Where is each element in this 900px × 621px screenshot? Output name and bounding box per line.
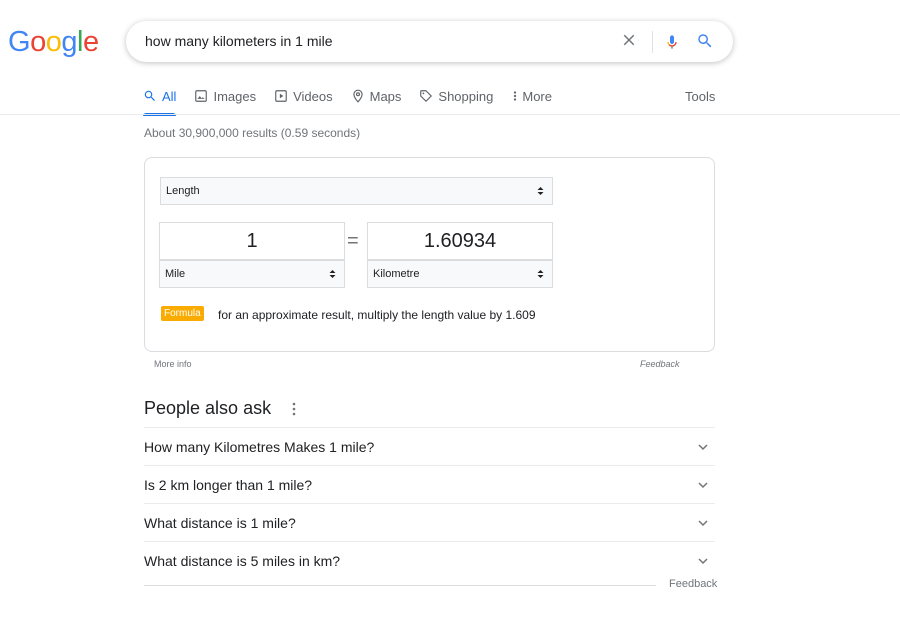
paa-question-text: Is 2 km longer than 1 mile? [144, 477, 313, 493]
people-also-ask-title: People also ask [144, 398, 272, 418]
chevron-down-icon [698, 482, 708, 489]
chevron-down-icon [698, 558, 708, 565]
formula-badge: Formula [161, 306, 204, 321]
map-pin-icon [352, 89, 363, 103]
paa-question-text: How many Kilometres Makes 1 mile? [144, 439, 375, 455]
unit-type-value: Length [166, 185, 200, 197]
tab-all[interactable]: All [143, 87, 177, 116]
formula-text: for an approximate result, multiply the … [218, 308, 536, 322]
tab-label: Maps [369, 88, 402, 104]
search-tabs: All Images Videos Maps Shopping More [143, 87, 570, 116]
to-unit-select[interactable]: Kilometre [367, 260, 553, 288]
people-also-ask-list: How many Kilometres Makes 1 mile? Is 2 k… [144, 427, 715, 579]
logo-letter: o [30, 26, 46, 58]
from-unit-select[interactable]: Mile [159, 260, 345, 288]
tab-label: All [162, 88, 177, 104]
tab-images[interactable]: Images [194, 87, 256, 105]
to-unit-value: Kilometre [373, 268, 420, 280]
paa-question[interactable]: Is 2 km longer than 1 mile? [144, 465, 715, 503]
play-icon [275, 90, 287, 102]
paa-question[interactable]: What distance is 1 mile? [144, 503, 715, 541]
logo-letter: e [82, 26, 99, 58]
logo-letter: o [45, 26, 62, 58]
tab-label: More [522, 88, 552, 104]
microphone-icon[interactable] [664, 31, 680, 53]
search-input[interactable]: how many kilometers in 1 mile [145, 33, 333, 49]
paa-question-text: What distance is 5 miles in km? [144, 553, 341, 569]
more-vert-icon [514, 91, 517, 101]
clear-icon[interactable] [620, 31, 638, 49]
search-icon [144, 90, 155, 101]
more-info-link[interactable]: More info [154, 359, 192, 369]
more-vert-icon[interactable] [290, 400, 298, 418]
paa-divider [144, 585, 656, 586]
select-arrows-icon [537, 270, 544, 278]
tab-label: Videos [293, 88, 333, 104]
paa-question[interactable]: What distance is 5 miles in km? [144, 541, 715, 579]
logo-letter: G [8, 26, 31, 58]
search-box[interactable]: how many kilometers in 1 mile [126, 21, 733, 62]
to-value-input[interactable]: 1.60934 [367, 222, 553, 260]
tag-icon [420, 90, 433, 102]
tab-more[interactable]: More [511, 87, 552, 105]
select-arrows-icon [329, 270, 336, 278]
unit-type-select[interactable]: Length [160, 177, 553, 205]
from-value-input[interactable]: 1 [159, 222, 345, 260]
paa-feedback-link[interactable]: Feedback [669, 578, 717, 590]
select-arrows-icon [537, 187, 544, 195]
chevron-down-icon [698, 520, 708, 527]
result-stats: About 30,900,000 results (0.59 seconds) [144, 126, 361, 140]
tab-maps[interactable]: Maps [351, 87, 402, 105]
tab-label: Shopping [438, 88, 494, 104]
equals-sign: = [347, 230, 359, 252]
search-icon[interactable] [696, 32, 714, 50]
google-logo[interactable]: Google [8, 26, 99, 59]
search-divider [652, 31, 653, 53]
tab-label: Images [213, 88, 257, 104]
image-icon [195, 90, 208, 102]
paa-question[interactable]: How many Kilometres Makes 1 mile? [144, 427, 715, 465]
tab-videos[interactable]: Videos [274, 87, 333, 105]
converter-feedback-link[interactable]: Feedback [640, 359, 680, 369]
tab-shopping[interactable]: Shopping [419, 87, 493, 105]
logo-letter: g [61, 26, 77, 58]
chevron-down-icon [698, 444, 708, 451]
from-unit-value: Mile [165, 268, 186, 280]
tools-button[interactable]: Tools [685, 87, 715, 105]
header-divider [0, 114, 900, 115]
unit-converter-card: Length 1 = 1.60934 Mile Kilometre Formul… [144, 157, 715, 352]
paa-question-text: What distance is 1 mile? [144, 515, 296, 531]
